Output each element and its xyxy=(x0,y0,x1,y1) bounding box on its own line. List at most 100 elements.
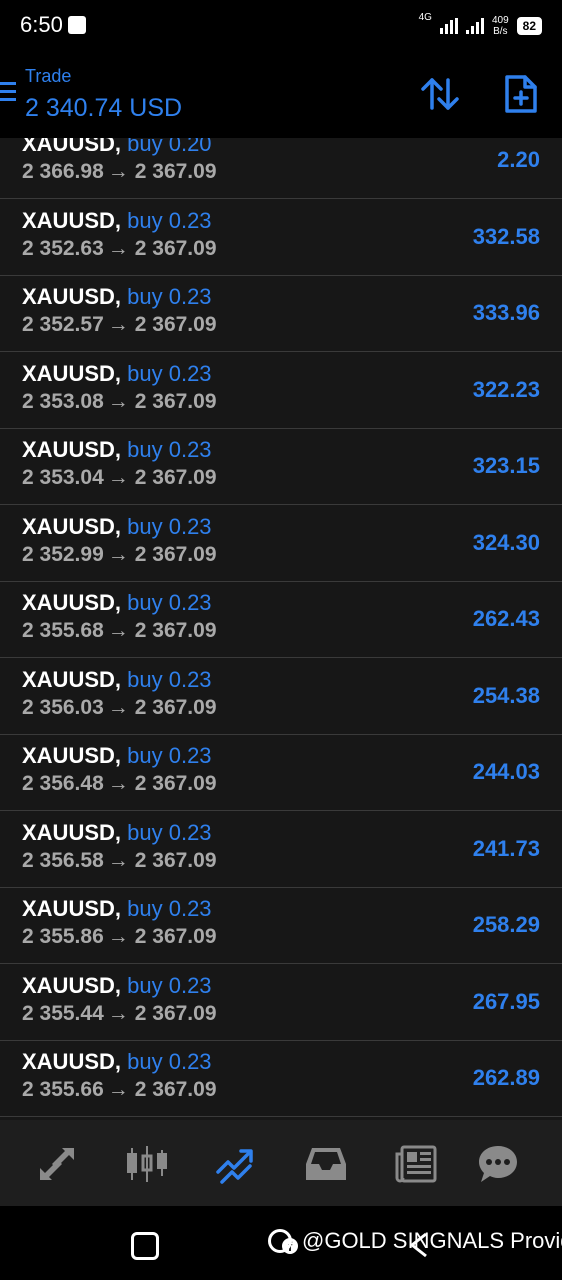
arrow-icon: → xyxy=(107,313,129,336)
position-prices: 2 356.58 → 2 367.09 xyxy=(22,849,217,873)
position-row[interactable]: XAUUSD, buy 0.23 2 355.86 → 2 367.09 258.29 xyxy=(0,888,562,964)
position-prices: 2 352.99 → 2 367.09 xyxy=(22,543,217,567)
position-row[interactable]: XAUUSD, buy 0.23 2 355.68 → 2 367.09 262.43 xyxy=(0,582,562,658)
app-notification-icon xyxy=(68,16,86,34)
position-profit: 333.96 xyxy=(472,300,540,325)
quotes-icon[interactable] xyxy=(36,1142,80,1186)
chart-icon[interactable] xyxy=(125,1142,169,1186)
bottom-navigation xyxy=(0,1120,562,1206)
open-price: 2 352.63 xyxy=(22,236,104,260)
position-side: buy 0.23 xyxy=(127,666,212,692)
position-row[interactable]: XAUUSD, buy 0.23 2 352.63 → 2 367.09 332.58 xyxy=(0,200,562,276)
open-price: 2 355.44 xyxy=(22,1001,104,1025)
account-balance: 2 340.74 USD xyxy=(25,94,183,122)
symbol-text: XAUUSD, xyxy=(22,360,122,386)
position-symbol: XAUUSD, buy 0.23 xyxy=(22,1049,212,1075)
position-symbol: XAUUSD, buy 0.23 xyxy=(22,820,212,846)
position-row[interactable]: XAUUSD, buy 0.23 2 353.08 → 2 367.09 322.23 xyxy=(0,353,562,429)
position-profit: 244.03 xyxy=(472,759,540,784)
battery-icon: 82 xyxy=(516,17,542,35)
position-prices: 2 356.03 → 2 367.09 xyxy=(22,696,217,720)
open-price: 2 355.68 xyxy=(22,619,104,642)
arrow-icon: → xyxy=(107,389,129,413)
position-side: buy 0.23 xyxy=(127,1049,212,1074)
symbol-text: XAUUSD, xyxy=(22,819,122,845)
signal-icon-2 xyxy=(465,18,484,34)
position-side: buy 0.23 xyxy=(127,590,212,615)
arrow-icon: → xyxy=(107,236,129,260)
position-prices: 2 355.44 → 2 367.09 xyxy=(22,1002,217,1026)
network-speed: 409 B/s xyxy=(492,15,509,37)
symbol-text: XAUUSD, xyxy=(22,972,122,998)
sort-icon[interactable] xyxy=(420,76,460,112)
network-speed-value: 409 xyxy=(491,15,509,26)
position-side: buy 0.23 xyxy=(127,972,212,998)
position-profit: 322.23 xyxy=(472,376,540,402)
news-icon[interactable] xyxy=(394,1142,438,1186)
position-prices: 2 355.66 → 2 367.09 xyxy=(22,1078,217,1102)
open-price: 2 352.57 xyxy=(22,313,104,336)
chat-icon[interactable] xyxy=(476,1142,520,1186)
position-row[interactable]: XAUUSD, buy 0.20 2 366.98 → 2 367.09 2.20 xyxy=(0,138,562,199)
new-order-icon[interactable] xyxy=(503,74,539,114)
arrow-icon: → xyxy=(107,619,129,642)
trade-icon[interactable] xyxy=(214,1142,258,1186)
menu-icon[interactable] xyxy=(0,82,16,104)
position-row[interactable]: XAUUSD, buy 0.23 2 355.44 → 2 367.09 267.95 xyxy=(0,965,562,1041)
position-prices: 2 355.86 → 2 367.09 xyxy=(22,925,217,949)
open-price: 2 356.58 xyxy=(22,848,104,872)
open-price: 2 353.04 xyxy=(22,466,104,489)
position-symbol: XAUUSD, buy 0.23 xyxy=(22,743,212,769)
position-profit: 323.15 xyxy=(472,453,540,478)
position-prices: 2 352.57 → 2 367.09 xyxy=(22,313,217,337)
arrow-icon: → xyxy=(107,542,129,566)
arrow-icon: → xyxy=(107,160,129,183)
position-row[interactable]: XAUUSD, buy 0.23 2 352.57 → 2 367.09 333.96 xyxy=(0,276,562,352)
current-price: 2 367.09 xyxy=(134,925,217,948)
position-side: buy 0.23 xyxy=(127,284,212,309)
position-profit: 262.43 xyxy=(472,606,540,631)
current-price: 2 367.09 xyxy=(134,848,217,872)
current-price: 2 367.09 xyxy=(134,313,217,336)
open-price: 2 366.98 xyxy=(22,160,104,183)
position-symbol: XAUUSD, buy 0.23 xyxy=(22,896,212,922)
position-side: buy 0.23 xyxy=(127,360,212,386)
position-prices: 2 356.48 → 2 367.09 xyxy=(22,772,217,796)
open-price: 2 356.48 xyxy=(22,772,104,795)
position-symbol: XAUUSD, buy 0.23 xyxy=(22,437,212,463)
position-symbol: XAUUSD, buy 0.20 xyxy=(22,138,212,157)
position-side: buy 0.23 xyxy=(127,513,212,539)
position-symbol: XAUUSD, buy 0.23 xyxy=(22,284,212,310)
home-icon[interactable] xyxy=(131,1232,159,1260)
watermark-text: @GOLD SINGNALS Provide xyxy=(302,1228,562,1253)
position-profit: 254.38 xyxy=(472,682,540,708)
history-icon[interactable] xyxy=(304,1142,348,1186)
current-price: 2 367.09 xyxy=(134,619,217,642)
position-profit: 324.30 xyxy=(472,529,540,555)
current-price: 2 367.09 xyxy=(134,1078,217,1101)
position-profit: 258.29 xyxy=(472,912,540,937)
position-profit: 2.20 xyxy=(497,147,540,172)
symbol-text: XAUUSD, xyxy=(22,437,122,462)
position-row[interactable]: XAUUSD, buy 0.23 2 356.58 → 2 367.09 241.73 xyxy=(0,812,562,888)
open-price: 2 356.03 xyxy=(22,695,104,719)
position-side: buy 0.23 xyxy=(127,437,212,462)
position-row[interactable]: XAUUSD, buy 0.23 2 355.66 → 2 367.09 262.89 xyxy=(0,1041,562,1117)
open-price: 2 355.86 xyxy=(22,925,104,948)
position-row[interactable]: XAUUSD, buy 0.23 2 356.48 → 2 367.09 244.03 xyxy=(0,735,562,811)
current-price: 2 367.09 xyxy=(134,466,217,489)
position-profit: 262.89 xyxy=(472,1065,540,1090)
position-symbol: XAUUSD, buy 0.23 xyxy=(22,590,212,616)
symbol-text: XAUUSD, xyxy=(22,590,122,615)
position-profit: 267.95 xyxy=(472,988,540,1014)
symbol-text: XAUUSD, xyxy=(22,1049,122,1074)
arrow-icon: → xyxy=(107,466,129,489)
position-row[interactable]: XAUUSD, buy 0.23 2 356.03 → 2 367.09 254.38 xyxy=(0,659,562,735)
position-row[interactable]: XAUUSD, buy 0.23 2 352.99 → 2 367.09 324.30 xyxy=(0,506,562,582)
position-row[interactable]: XAUUSD, buy 0.23 2 353.04 → 2 367.09 323.15 xyxy=(0,429,562,505)
page-title: Trade xyxy=(25,66,72,86)
arrow-icon: → xyxy=(107,1078,129,1101)
open-price: 2 353.08 xyxy=(22,389,104,413)
network-type: 4G xyxy=(418,12,432,23)
position-prices: 2 353.08 → 2 367.09 xyxy=(22,390,217,414)
